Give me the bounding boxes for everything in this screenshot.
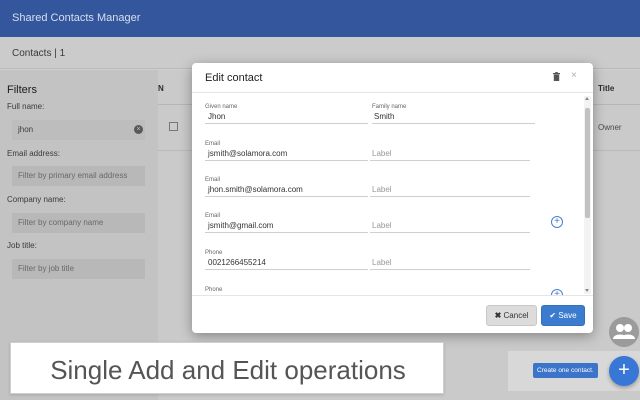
app-header: Shared Contacts Manager bbox=[0, 0, 640, 37]
phone-input[interactable]: 0021266455214 bbox=[205, 256, 368, 270]
given-name-input[interactable]: Jhon bbox=[205, 110, 368, 124]
email-label-input[interactable]: Label bbox=[370, 183, 530, 197]
dialog-title: Edit contact bbox=[205, 72, 263, 84]
dialog-header: Edit contact × bbox=[192, 63, 593, 93]
check-icon: ✔ bbox=[549, 311, 559, 320]
dialog-body: Given name Jhon Family name Smith Email … bbox=[192, 94, 593, 295]
dialog-footer: ✖ Cancel ✔ Save bbox=[192, 295, 593, 333]
feature-caption: Single Add and Edit operations bbox=[50, 355, 406, 385]
email-input[interactable]: jsmith@gmail.com bbox=[205, 219, 368, 233]
cancel-button-label: Cancel bbox=[503, 311, 529, 320]
phone-label-input[interactable]: Label bbox=[370, 256, 530, 270]
add-email-icon[interactable]: + bbox=[551, 216, 563, 228]
email-label-input[interactable]: Label bbox=[370, 147, 530, 161]
trash-icon[interactable] bbox=[553, 72, 560, 81]
save-button-label: Save bbox=[558, 311, 577, 320]
create-contact-tooltip: Create one contact. bbox=[533, 363, 598, 378]
dialog-scrollbar[interactable] bbox=[584, 96, 591, 294]
people-icon bbox=[613, 324, 635, 339]
scroll-thumb[interactable] bbox=[585, 108, 590, 218]
feature-caption-banner: Single Add and Edit operations bbox=[10, 342, 444, 394]
edit-contact-dialog: Edit contact × Given name Jhon Family na… bbox=[192, 63, 593, 333]
scroll-up-icon[interactable] bbox=[585, 97, 589, 100]
save-button[interactable]: ✔ Save bbox=[541, 305, 585, 326]
app-title: Shared Contacts Manager bbox=[12, 12, 141, 24]
email-input[interactable]: jhon.smith@solamora.com bbox=[205, 183, 368, 197]
add-contact-fab[interactable]: + bbox=[609, 356, 639, 386]
email-input[interactable]: jsmith@solamora.com bbox=[205, 147, 368, 161]
close-icon[interactable]: × bbox=[571, 71, 577, 81]
email-label-input[interactable]: Label bbox=[370, 219, 530, 233]
family-name-input[interactable]: Smith bbox=[372, 110, 535, 124]
scroll-down-icon[interactable] bbox=[585, 289, 589, 292]
cancel-button[interactable]: ✖ Cancel bbox=[486, 305, 537, 326]
cancel-icon: ✖ bbox=[494, 311, 504, 320]
phone-label: Phone bbox=[205, 287, 223, 293]
people-button[interactable] bbox=[609, 317, 639, 347]
